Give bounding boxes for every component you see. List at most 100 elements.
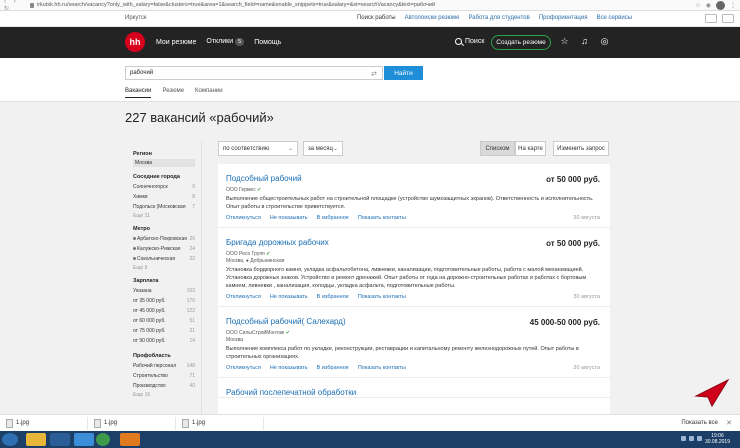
favorite-link[interactable]: В избранное	[317, 365, 349, 371]
filter-option[interactable]: от 35 000 руб. 170	[133, 296, 195, 306]
chrome-icon[interactable]	[96, 433, 110, 446]
vacancy-company[interactable]: ООО Ресо Групп ✔	[226, 251, 602, 257]
filter-more-link[interactable]: Еще 9	[133, 265, 195, 271]
responses-badge: 5	[235, 38, 245, 46]
show-contacts-link[interactable]: Показать контакты	[358, 215, 406, 221]
downloads-bar: 1.jpg 1.jpg 1.jpg Показать все ✕	[0, 414, 740, 431]
search-button[interactable]: Найти	[384, 66, 423, 80]
file-icon	[182, 418, 189, 428]
network-icon[interactable]	[681, 436, 686, 441]
filter-option[interactable]: Химки 8	[133, 192, 195, 202]
lock-icon	[30, 2, 34, 8]
taskbar-clock[interactable]: 19:06 30.08.2019	[705, 433, 730, 445]
filter-option[interactable]: Арбатско-Покровская 26	[133, 234, 195, 244]
hh-logo[interactable]: hh	[125, 32, 145, 52]
nav-responses[interactable]: Отклики 5	[206, 38, 245, 46]
nav-help[interactable]: Помощь	[254, 39, 281, 46]
sort-select[interactable]: по соответствию ⌄	[218, 141, 298, 156]
close-icon[interactable]: ✕	[726, 419, 732, 427]
language-icon[interactable]	[697, 436, 702, 441]
download-item[interactable]: 1.jpg	[88, 416, 176, 430]
filter-option[interactable]: Строительство 71	[133, 371, 195, 381]
vacancy-salary: от 50 000 руб.	[546, 239, 600, 248]
tab-companies[interactable]: Компании	[195, 88, 223, 98]
view-map-button[interactable]: На карте	[515, 141, 546, 156]
filter-more-link[interactable]: Еще 11	[133, 213, 195, 219]
language-icon[interactable]	[722, 14, 734, 23]
vacancy-title-link[interactable]: Рабочий послепечатной обработки	[226, 388, 602, 397]
system-tray	[681, 436, 702, 441]
filter-option[interactable]: от 90 000 руб. 14	[133, 336, 195, 346]
filter-option-count: 40	[189, 383, 195, 389]
filter-option-label: от 75 000 руб.	[133, 328, 166, 334]
filter-option[interactable]: Производство 40	[133, 381, 195, 391]
download-item[interactable]: 1.jpg	[0, 416, 88, 430]
service-link-job-search[interactable]: Поиск работы	[357, 15, 396, 21]
filter-option-count: 9	[192, 184, 195, 190]
app-icon[interactable]	[120, 433, 140, 446]
favorite-link[interactable]: В избранное	[317, 215, 349, 221]
favorites-star-icon[interactable]: ☆	[559, 36, 570, 47]
region-input[interactable]: Москва	[133, 159, 195, 167]
filter-option[interactable]: Солнечногорск 9	[133, 182, 195, 192]
hide-link[interactable]: Не показывать	[270, 215, 308, 221]
change-request-button[interactable]: Изменить запрос	[553, 141, 609, 156]
filter-option[interactable]: Указана 193	[133, 286, 195, 296]
profile-icon[interactable]: ◎	[599, 36, 610, 47]
service-link-autosearch[interactable]: Автопоиски резюме	[405, 15, 460, 21]
filter-option[interactable]: Сокольническая 22	[133, 254, 195, 264]
app-icon[interactable]	[74, 433, 94, 446]
header-nav: Мои резюме Отклики 5 Помощь	[156, 38, 281, 46]
filter-option[interactable]: от 60 000 руб. 51	[133, 316, 195, 326]
bell-icon[interactable]: ♫	[579, 36, 590, 47]
show-all-downloads-link[interactable]: Показать все	[681, 420, 718, 426]
start-button-icon[interactable]	[2, 433, 18, 446]
media-icon[interactable]	[50, 433, 70, 446]
respond-link[interactable]: Откликнуться	[226, 365, 261, 371]
respond-link[interactable]: Откликнуться	[226, 294, 261, 300]
search-input[interactable]: рабочий	[125, 66, 383, 80]
show-contacts-link[interactable]: Показать контакты	[358, 294, 406, 300]
avatar[interactable]	[716, 1, 725, 10]
menu-icon[interactable]: ⋮	[730, 2, 736, 9]
extension-icon[interactable]: ◉	[706, 2, 711, 9]
vacancy-location: Москва, ● Добрынинская	[226, 258, 285, 264]
filter-option[interactable]: Калужско-Рижская 24	[133, 244, 195, 254]
filter-option[interactable]: от 45 000 руб. 122	[133, 306, 195, 316]
download-filename: 1.jpg	[16, 420, 30, 426]
filter-more-link[interactable]: Еще 16	[133, 392, 195, 398]
filter-option[interactable]: Подольск (Московская 7	[133, 202, 195, 212]
vacancy-company[interactable]: ООО СилыСтройМонтаж ✔	[226, 330, 602, 336]
advanced-search-icon[interactable]: ⇄	[371, 70, 377, 78]
city-selector[interactable]: Иркутск	[125, 15, 147, 21]
browser-nav-arrows[interactable]: ‹ › ↻	[0, 0, 30, 12]
filter-option-label: Арбатско-Покровская	[133, 234, 187, 244]
create-resume-button[interactable]: Создать резюме	[491, 35, 551, 50]
company-name: ООО СилыСтройМонтаж	[226, 330, 285, 336]
service-link-students[interactable]: Работа для студентов	[468, 15, 529, 21]
respond-link[interactable]: Откликнуться	[226, 215, 261, 221]
url-field[interactable]: irkutsk.hh.ru/search/vacancy?only_with_s…	[37, 2, 657, 8]
hide-link[interactable]: Не показывать	[270, 365, 308, 371]
header-search-link[interactable]: Поиск	[455, 38, 484, 45]
mobile-app-icon[interactable]	[705, 14, 717, 23]
filter-option-label: от 60 000 руб.	[133, 318, 166, 324]
company-name: ООО Ресо Групп	[226, 251, 265, 257]
filter-option[interactable]: от 75 000 руб. 21	[133, 326, 195, 336]
period-select[interactable]: за месяц ⌄	[303, 141, 343, 156]
tab-resumes[interactable]: Резюме	[162, 88, 184, 98]
filter-option[interactable]: Рабочий персонал 148	[133, 361, 195, 371]
star-icon[interactable]: ☆	[695, 2, 700, 9]
service-link-career[interactable]: Профориентация	[539, 15, 588, 21]
tab-vacancies[interactable]: Вакансии	[125, 88, 152, 98]
download-item[interactable]: 1.jpg	[176, 416, 264, 430]
hide-link[interactable]: Не показывать	[270, 294, 308, 300]
show-contacts-link[interactable]: Показать контакты	[358, 365, 406, 371]
view-list-button[interactable]: Списком	[480, 141, 515, 156]
service-link-all[interactable]: Все сервисы	[596, 15, 632, 21]
explorer-icon[interactable]	[26, 433, 46, 446]
nav-my-resumes[interactable]: Мои резюме	[156, 39, 196, 46]
favorite-link[interactable]: В избранное	[317, 294, 349, 300]
vacancy-company[interactable]: ООО Гермес ✔	[226, 187, 602, 193]
volume-icon[interactable]	[689, 436, 694, 441]
